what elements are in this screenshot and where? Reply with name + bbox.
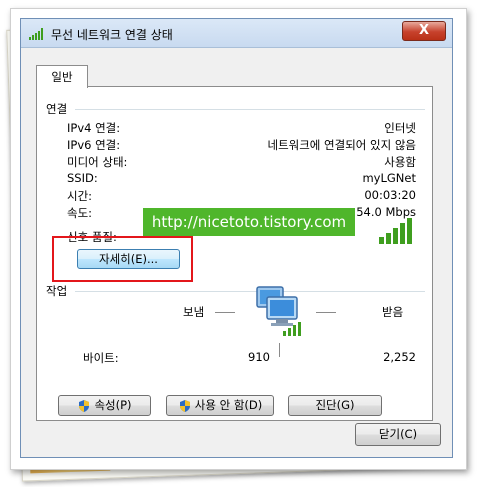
bytes-received-value: 2,252: [383, 350, 416, 364]
ssid-label: SSID:: [67, 171, 98, 185]
window-title: 무선 네트워크 연결 상태: [51, 28, 173, 42]
disable-label: 사용 안 함(D): [194, 398, 263, 412]
highlight-box: [52, 236, 193, 282]
properties-label: 속성(P): [94, 398, 132, 412]
speed-label: 속도:: [67, 206, 93, 220]
window-close-button[interactable]: X: [402, 21, 446, 41]
disable-button[interactable]: 사용 안 함(D): [166, 395, 274, 416]
activity-divider: [279, 343, 280, 357]
uac-shield-icon: [79, 399, 90, 412]
title-bar[interactable]: 무선 네트워크 연결 상태 X: [21, 19, 452, 48]
network-computers-icon: [256, 286, 301, 336]
signal-strength-icon: [379, 218, 412, 244]
duration-label: 시간:: [67, 189, 93, 203]
close-button[interactable]: 닫기(C): [355, 423, 441, 446]
speed-value: 54.0 Mbps: [356, 205, 416, 219]
received-line: [316, 312, 336, 313]
activity-group-title: 작업: [46, 283, 72, 299]
sent-line: [215, 312, 235, 313]
wireless-signal-icon: [29, 28, 43, 40]
ipv6-label: IPv6 연결:: [67, 138, 121, 152]
connection-group-divider: [75, 109, 425, 110]
properties-button[interactable]: 속성(P): [58, 395, 151, 416]
duration-value: 00:03:20: [364, 188, 416, 202]
bytes-sent-value: 910: [248, 350, 270, 364]
ipv4-value: 인터넷: [384, 121, 416, 135]
ipv6-value: 네트워크에 연결되어 있지 않음: [267, 138, 416, 152]
media-state-label: 미디어 상태:: [67, 155, 128, 169]
ssid-value: myLGNet: [362, 171, 416, 185]
connection-group-title: 연결: [46, 101, 72, 117]
tab-general[interactable]: 일반: [36, 65, 88, 88]
watermark-url: http://nicetoto.tistory.com: [143, 208, 355, 236]
ipv4-label: IPv4 연결:: [67, 121, 121, 135]
diagnose-button[interactable]: 진단(G): [288, 395, 382, 416]
received-label: 받음: [382, 305, 404, 319]
sent-label: 보냄: [183, 305, 205, 319]
uac-shield-icon: [179, 399, 190, 412]
media-state-value: 사용함: [384, 155, 416, 169]
bytes-label: 바이트:: [83, 351, 119, 365]
